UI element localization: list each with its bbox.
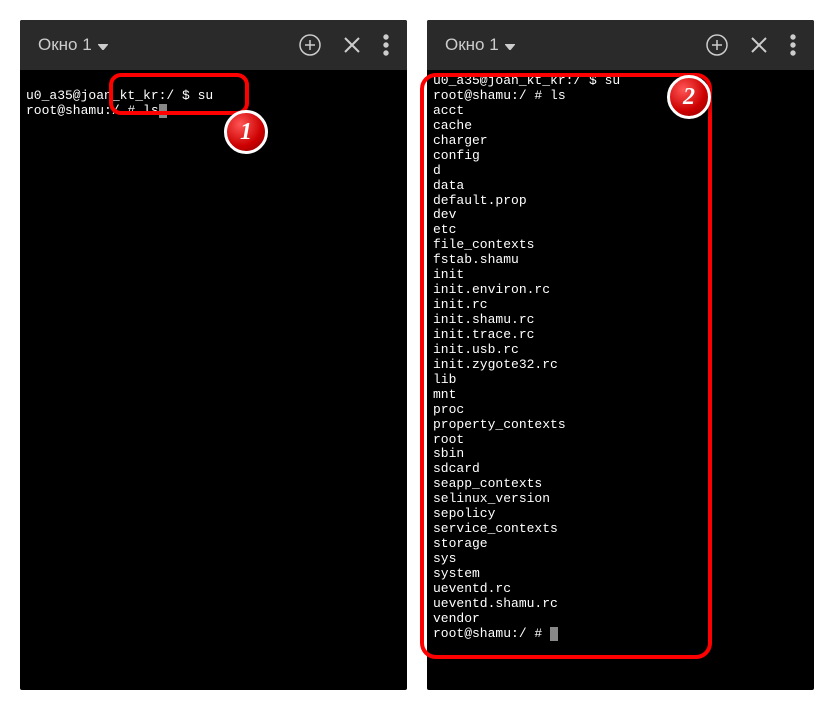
title-bar: Окно 1 <box>20 20 407 70</box>
terminal-line: cache <box>433 118 472 133</box>
terminal-line: config <box>433 148 480 163</box>
annotation-badge: 2 <box>667 75 711 119</box>
terminal-line: system <box>433 566 480 581</box>
terminal-line: proc <box>433 402 464 417</box>
terminal-line: data <box>433 178 464 193</box>
terminal-line: sbin <box>433 446 464 461</box>
terminal-line: default.prop <box>433 193 527 208</box>
phone-screen-left: Окно 1 u0_a35@joan_kt_kr:/ $ su root@sha… <box>20 20 407 690</box>
terminal-line: sepolicy <box>433 506 495 521</box>
terminal-line: d <box>433 163 441 178</box>
terminal-line: seapp_contexts <box>433 476 542 491</box>
menu-button[interactable] <box>790 34 796 56</box>
terminal-line: selinux_version <box>433 491 550 506</box>
window-title: Окно 1 <box>38 35 92 55</box>
terminal-line: init.trace.rc <box>433 327 534 342</box>
terminal-line: sdcard <box>433 461 480 476</box>
terminal-line: ueventd.shamu.rc <box>433 596 558 611</box>
terminal-line: storage <box>433 536 488 551</box>
cursor-icon <box>550 627 558 641</box>
terminal-line: charger <box>433 133 488 148</box>
dropdown-icon <box>505 35 515 55</box>
dropdown-icon <box>98 35 108 55</box>
terminal-line: root@shamu:/ # ls <box>433 88 566 103</box>
terminal-line: vendor <box>433 611 480 626</box>
terminal-line: service_contexts <box>433 521 558 536</box>
title-actions <box>706 34 796 56</box>
terminal-line: init.environ.rc <box>433 282 550 297</box>
title-actions <box>299 34 389 56</box>
terminal-line: root <box>433 432 464 447</box>
terminal-line: init.usb.rc <box>433 342 519 357</box>
cursor-icon <box>159 104 167 118</box>
terminal-prompt: root@shamu:/ # <box>26 103 143 118</box>
close-button[interactable] <box>750 36 768 54</box>
add-tab-button[interactable] <box>299 34 321 56</box>
add-tab-button[interactable] <box>706 34 728 56</box>
terminal-line: lib <box>433 372 456 387</box>
annotation-badge: 1 <box>224 110 268 154</box>
terminal-prompt: root@shamu:/ # <box>433 626 550 641</box>
terminal-output[interactable]: u0_a35@joan_kt_kr:/ $ su root@shamu:/ # … <box>20 70 407 138</box>
terminal-line: etc <box>433 222 456 237</box>
terminal-line: u0_a35@joan_kt_kr:/ $ su <box>26 88 213 103</box>
phone-screen-right: Окно 1 u0_a35@joan_kt_kr:/ $ su root@sha… <box>427 20 814 690</box>
menu-button[interactable] <box>383 34 389 56</box>
terminal-line: ueventd.rc <box>433 581 511 596</box>
terminal-line: acct <box>433 103 464 118</box>
terminal-line: init.rc <box>433 297 488 312</box>
terminal-line: mnt <box>433 387 456 402</box>
window-tab[interactable]: Окно 1 <box>38 35 108 55</box>
title-bar: Окно 1 <box>427 20 814 70</box>
terminal-command: ls <box>143 103 159 118</box>
terminal-line: file_contexts <box>433 237 534 252</box>
terminal-line: init.shamu.rc <box>433 312 534 327</box>
close-button[interactable] <box>343 36 361 54</box>
terminal-line: property_contexts <box>433 417 566 432</box>
terminal-line: init.zygote32.rc <box>433 357 558 372</box>
terminal-line: dev <box>433 207 456 222</box>
terminal-output[interactable]: u0_a35@joan_kt_kr:/ $ su root@shamu:/ # … <box>427 70 814 688</box>
terminal-line: fstab.shamu <box>433 252 519 267</box>
window-tab[interactable]: Окно 1 <box>445 35 515 55</box>
terminal-line: sys <box>433 551 456 566</box>
terminal-line: init <box>433 267 464 282</box>
terminal-line: u0_a35@joan_kt_kr:/ $ su <box>433 73 620 88</box>
window-title: Окно 1 <box>445 35 499 55</box>
